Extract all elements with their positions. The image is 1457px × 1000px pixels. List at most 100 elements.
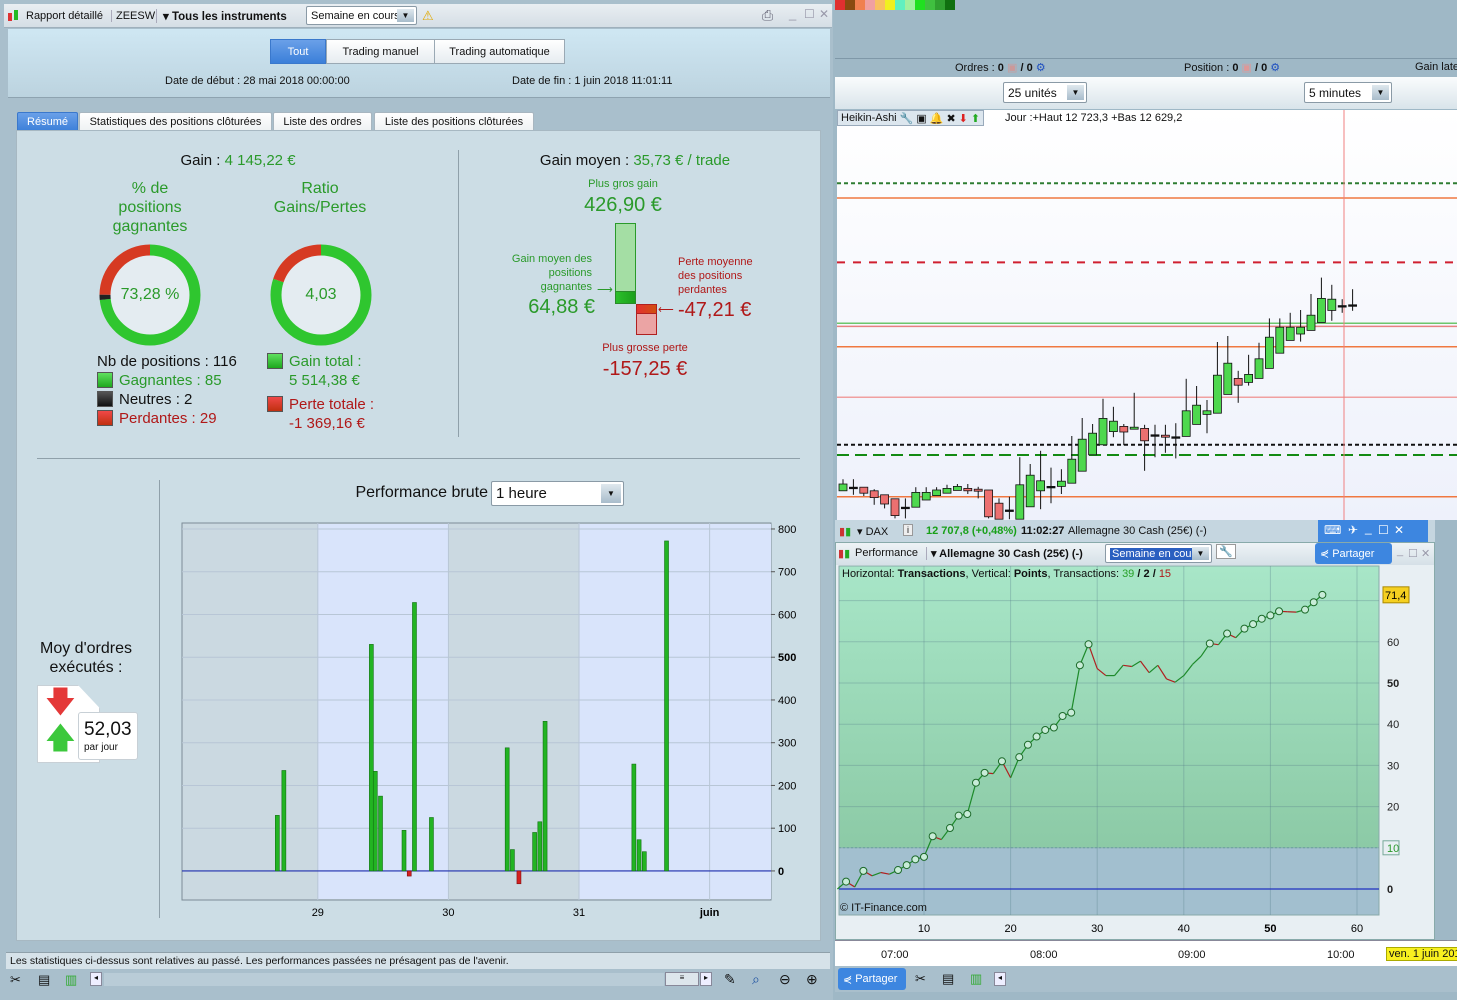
- zoom-out-icon[interactable]: ⊖: [779, 971, 791, 988]
- arrow-left-icon: ⟵: [658, 304, 674, 316]
- gears-icon[interactable]: ⚙: [1036, 62, 1046, 74]
- color-swatch[interactable]: [945, 0, 955, 10]
- time-label: 07:00: [881, 949, 909, 961]
- color-swatch[interactable]: [885, 0, 895, 10]
- notes-icon[interactable]: ▤: [38, 972, 50, 988]
- horizontal-scrollbar[interactable]: [104, 973, 664, 986]
- scissors-icon[interactable]: ✂: [10, 972, 21, 988]
- minimize-button[interactable]: _: [1397, 545, 1403, 557]
- perf-instrument-dropdown[interactable]: ▾ Allemagne 30 Cash (25€) (-): [926, 547, 1083, 560]
- zoom-in-icon[interactable]: ⊕: [806, 971, 818, 988]
- color-swatch[interactable]: [855, 0, 865, 10]
- close-button[interactable]: ✕: [1421, 547, 1430, 560]
- wrench-icon[interactable]: 🔧: [1216, 544, 1236, 559]
- gears-icon[interactable]: ⚙: [1270, 62, 1280, 74]
- tab-summary[interactable]: Résumé: [17, 112, 78, 131]
- color-swatch[interactable]: [865, 0, 875, 10]
- h-value: Transactions: [897, 568, 966, 580]
- orders-per-day-unit: par jour: [84, 742, 118, 753]
- vertical-divider: [159, 480, 160, 918]
- maximize-button[interactable]: ☐: [804, 7, 815, 21]
- info-icon[interactable]: i: [903, 524, 913, 536]
- color-swatch[interactable]: [915, 0, 925, 10]
- tab-closed-stats[interactable]: Statistiques des positions clôturées: [79, 112, 272, 131]
- horizontal-divider: [37, 458, 800, 459]
- mode-tab-manual[interactable]: Trading manuel: [326, 39, 435, 64]
- timeframe-select[interactable]: 5 minutes ▼: [1304, 82, 1392, 103]
- label-line: positions: [548, 267, 592, 279]
- last-value-label: 71,4: [1385, 590, 1406, 602]
- instruments-dropdown[interactable]: ▾ Tous les instruments: [156, 9, 287, 23]
- close-button[interactable]: ✕: [819, 7, 829, 21]
- close-button[interactable]: ✕: [1394, 523, 1404, 537]
- remove-icon[interactable]: ✖: [946, 112, 955, 125]
- chart-type-label[interactable]: Heikin-Ashi: [841, 112, 897, 124]
- minimize-button[interactable]: _: [789, 6, 796, 21]
- y-tick-label: 50: [1387, 678, 1399, 690]
- chevron-down-icon: ▼: [601, 484, 621, 503]
- new-high-marker: [1275, 607, 1284, 616]
- color-swatch[interactable]: [925, 0, 935, 10]
- performance-bar-chart: 0 100 200 300 400 500 600 700 800 29 30 31 juin: [181, 522, 796, 919]
- pin-icon[interactable]: ✈: [1348, 523, 1358, 537]
- cancel-icon[interactable]: ▣: [1242, 62, 1252, 74]
- gain-bar: [542, 721, 548, 872]
- scroll-thumb[interactable]: ≡: [665, 972, 699, 986]
- mode-tab-label: Trading manuel: [342, 45, 419, 58]
- orders-title: Moy d'ordres exécutés :: [26, 639, 146, 677]
- bullish-candle: [1254, 358, 1264, 379]
- start-date: Date de début : 28 mai 2018 00:00:00: [165, 75, 350, 87]
- keyboard-icon[interactable]: ⌨: [1324, 523, 1341, 537]
- draw-tool-icon[interactable]: ✎: [724, 971, 736, 988]
- notes-icon[interactable]: ▤: [942, 971, 954, 987]
- share-label: Partager: [855, 973, 898, 985]
- color-swatch[interactable]: [835, 0, 845, 10]
- scroll-right-button[interactable]: ▸: [700, 972, 712, 986]
- bullish-candle: [1337, 305, 1347, 308]
- x-tick-label: 31: [573, 907, 585, 919]
- color-swatch[interactable]: [845, 0, 855, 10]
- scroll-left-button[interactable]: ◂: [90, 972, 102, 986]
- biggest-gain-label: Plus gros gain: [588, 178, 658, 190]
- maximize-button[interactable]: ☐: [1408, 547, 1418, 560]
- winners-swatch: [97, 372, 113, 388]
- perf-period-select[interactable]: Semaine en cours ▼: [1105, 544, 1212, 563]
- tab-orders[interactable]: Liste des ordres: [273, 112, 372, 131]
- color-swatch[interactable]: [875, 0, 885, 10]
- report-title: Rapport détaillé: [26, 10, 104, 22]
- share-button[interactable]: ⋞ Partager: [838, 968, 906, 990]
- mode-tab-auto[interactable]: Trading automatique: [434, 39, 565, 64]
- period-select[interactable]: Semaine en cours ▼: [306, 6, 417, 25]
- scissors-icon[interactable]: ✂: [915, 971, 926, 987]
- maximize-button[interactable]: ☐: [1378, 523, 1389, 537]
- account-label[interactable]: ZEESW: [111, 10, 155, 22]
- ticker-dropdown[interactable]: ▾ DAX: [857, 525, 888, 538]
- color-swatch[interactable]: [895, 0, 905, 10]
- time-label: 09:00: [1178, 949, 1206, 961]
- cancel-icon[interactable]: ▣: [1007, 62, 1017, 74]
- units-select[interactable]: 25 unités ▼: [1003, 82, 1087, 103]
- window-icon[interactable]: ▣: [916, 112, 926, 125]
- minimize-button[interactable]: _: [1365, 521, 1372, 535]
- chart-toolbar: 25 unités ▼ 5 minutes ▼: [835, 77, 1457, 109]
- sell-icon[interactable]: ⬇: [959, 112, 968, 125]
- wrench-icon[interactable]: 🔧: [900, 112, 914, 125]
- tab-closed-positions[interactable]: Liste des positions clôturées: [374, 112, 534, 131]
- print-icon[interactable]: ⎙: [762, 7, 773, 24]
- buy-icon[interactable]: ⬆: [971, 112, 980, 125]
- bullish-candle: [1285, 326, 1295, 341]
- gain-bar: [504, 747, 510, 872]
- zoom-fit-icon[interactable]: ⌕: [752, 971, 760, 988]
- order-status-bar: Ordres : 0 ▣ / 0 ⚙ Position : 0 ▣ / 0 ⚙ …: [835, 58, 1457, 76]
- performance-interval-select[interactable]: 1 heure ▼: [491, 481, 624, 506]
- scroll-left-button[interactable]: ◂: [994, 972, 1006, 986]
- mode-tab-all[interactable]: Tout: [270, 39, 326, 64]
- indicator-icon[interactable]: ▥: [65, 972, 77, 988]
- bell-icon[interactable]: 🔔: [930, 112, 944, 125]
- indicator-icon[interactable]: ▥: [970, 971, 982, 987]
- color-swatch[interactable]: [905, 0, 915, 10]
- performance-window: ▮▮ Performance ▾ Allemagne 30 Cash (25€)…: [835, 542, 1435, 940]
- share-button[interactable]: ⋞ Partager: [1315, 543, 1392, 564]
- bullish-candle: [1244, 373, 1254, 383]
- color-swatch[interactable]: [935, 0, 945, 10]
